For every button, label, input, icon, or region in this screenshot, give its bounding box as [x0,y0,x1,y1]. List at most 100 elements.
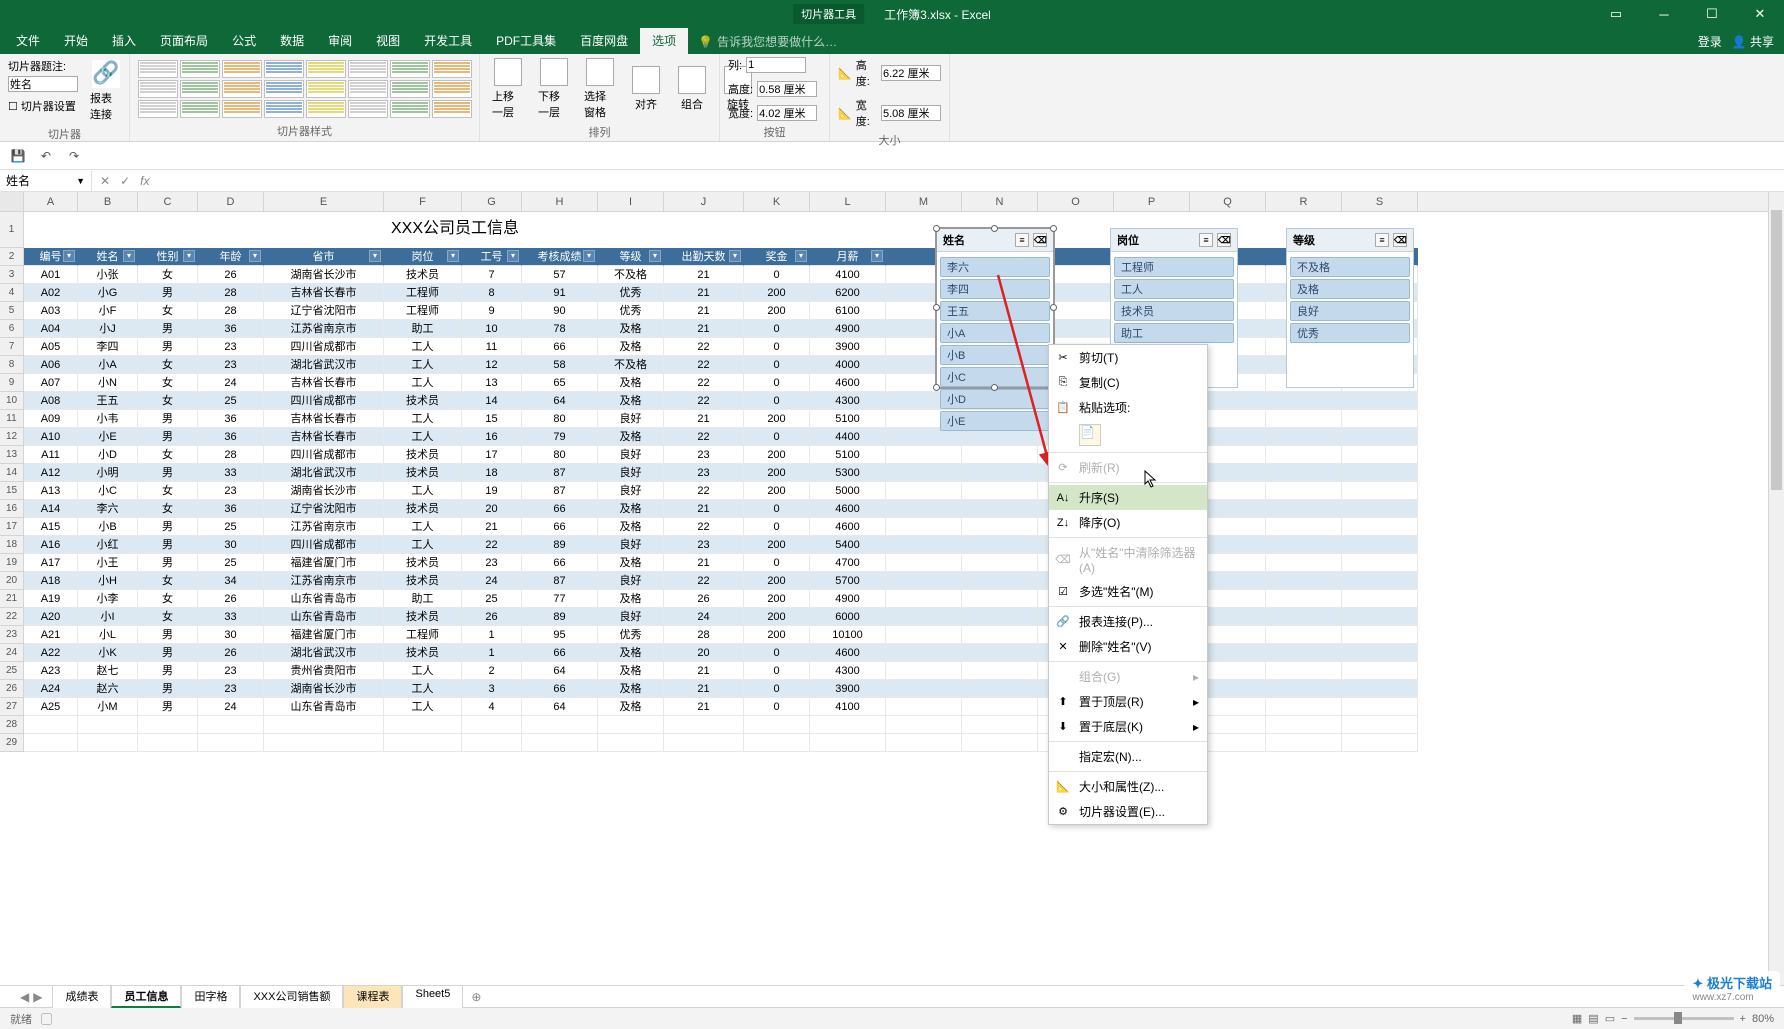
cell[interactable]: A01 [24,266,78,284]
cell[interactable]: 10 [462,320,522,338]
cell[interactable]: 2 [462,662,522,680]
cell[interactable]: 30 [198,626,264,644]
cell[interactable]: 0 [744,428,810,446]
cell[interactable]: 200 [744,536,810,554]
cell[interactable]: 77 [522,590,598,608]
cell[interactable]: 21 [664,680,744,698]
cell[interactable] [1342,410,1418,428]
cell[interactable]: 21 [664,554,744,572]
row-header[interactable]: 2 [0,248,24,266]
table-header-cell[interactable]: 年龄▾ [198,248,264,266]
slicer-style[interactable] [222,100,262,118]
cell[interactable]: 小明 [78,464,138,482]
cell[interactable] [886,518,962,536]
cell[interactable]: 及格 [598,320,664,338]
row-header[interactable]: 10 [0,392,24,410]
cell[interactable]: A16 [24,536,78,554]
cell[interactable]: 良好 [598,572,664,590]
slicer-style[interactable] [306,100,346,118]
row-header[interactable]: 27 [0,698,24,716]
size-height-input[interactable] [881,65,941,81]
cell[interactable]: 21 [664,284,744,302]
cell[interactable]: 女 [138,608,198,626]
cell[interactable]: 工人 [384,662,462,680]
cell[interactable]: 男 [138,284,198,302]
cell[interactable] [1342,572,1418,590]
cell[interactable]: 65 [522,374,598,392]
col-header[interactable]: C [138,192,198,211]
cell[interactable]: 技术员 [384,464,462,482]
cell[interactable]: 23 [198,356,264,374]
cell[interactable]: 89 [522,536,598,554]
cell[interactable]: 5000 [810,482,886,500]
cell[interactable] [962,572,1038,590]
cell[interactable] [384,734,462,752]
row-header[interactable]: 22 [0,608,24,626]
columns-input[interactable] [746,57,806,73]
cell[interactable]: A23 [24,662,78,680]
cell[interactable]: 25 [462,590,522,608]
cell[interactable]: A20 [24,608,78,626]
cell[interactable]: 24 [664,608,744,626]
slicer-style[interactable] [222,80,262,98]
cell[interactable] [1266,662,1342,680]
cell[interactable]: 24 [198,374,264,392]
cell[interactable]: 辽宁省沈阳市 [264,302,384,320]
cell[interactable] [1266,590,1342,608]
cell[interactable]: 工人 [384,428,462,446]
slicer-style[interactable] [180,60,220,78]
cell[interactable]: 6000 [810,608,886,626]
cell[interactable]: 21 [664,500,744,518]
cell[interactable]: 21 [664,320,744,338]
slicer-style[interactable] [138,80,178,98]
cell[interactable]: 200 [744,590,810,608]
cell[interactable] [462,734,522,752]
cell[interactable]: 湖北省武汉市 [264,644,384,662]
cell[interactable]: 技术员 [384,392,462,410]
table-header-cell[interactable]: 奖金▾ [744,248,810,266]
cell[interactable]: 吉林省长春市 [264,374,384,392]
cell[interactable]: 22 [664,374,744,392]
cell[interactable]: 工人 [384,356,462,374]
cell[interactable]: 小F [78,302,138,320]
col-header[interactable]: P [1114,192,1190,211]
cell[interactable]: 及格 [598,590,664,608]
row-header[interactable]: 25 [0,662,24,680]
cell[interactable] [962,446,1038,464]
cell[interactable] [462,716,522,734]
cell[interactable] [1266,482,1342,500]
slicer-style[interactable] [432,60,472,78]
cell[interactable]: 0 [744,320,810,338]
cell[interactable]: 四川省成都市 [264,536,384,554]
cell[interactable]: 6100 [810,302,886,320]
cell[interactable]: 技术员 [384,500,462,518]
cell[interactable] [886,680,962,698]
cell[interactable] [886,608,962,626]
table-header-cell[interactable]: 岗位▾ [384,248,462,266]
cell[interactable]: 21 [664,410,744,428]
tell-me[interactable]: 💡 告诉我您想要做什么… [698,33,837,54]
cell[interactable]: 0 [744,266,810,284]
cell[interactable]: 技术员 [384,644,462,662]
cell[interactable]: 工人 [384,410,462,428]
row-header[interactable]: 18 [0,536,24,554]
cell[interactable]: 66 [522,518,598,536]
cell[interactable] [138,734,198,752]
cell[interactable]: 小I [78,608,138,626]
row-header[interactable]: 7 [0,338,24,356]
cell[interactable]: 山东省青岛市 [264,608,384,626]
cell[interactable]: 及格 [598,374,664,392]
cell[interactable] [1266,464,1342,482]
cell[interactable]: 1 [462,644,522,662]
cell[interactable]: A09 [24,410,78,428]
tab-百度网盘[interactable]: 百度网盘 [568,27,640,54]
cell[interactable]: 0 [744,518,810,536]
cell[interactable] [962,518,1038,536]
cell[interactable]: 优秀 [598,284,664,302]
slicer-item[interactable]: 工人 [1114,279,1234,299]
cell[interactable] [1266,608,1342,626]
cell[interactable]: 4700 [810,554,886,572]
cell[interactable]: 66 [522,554,598,572]
cell[interactable]: 小B [78,518,138,536]
cell[interactable]: 4000 [810,356,886,374]
